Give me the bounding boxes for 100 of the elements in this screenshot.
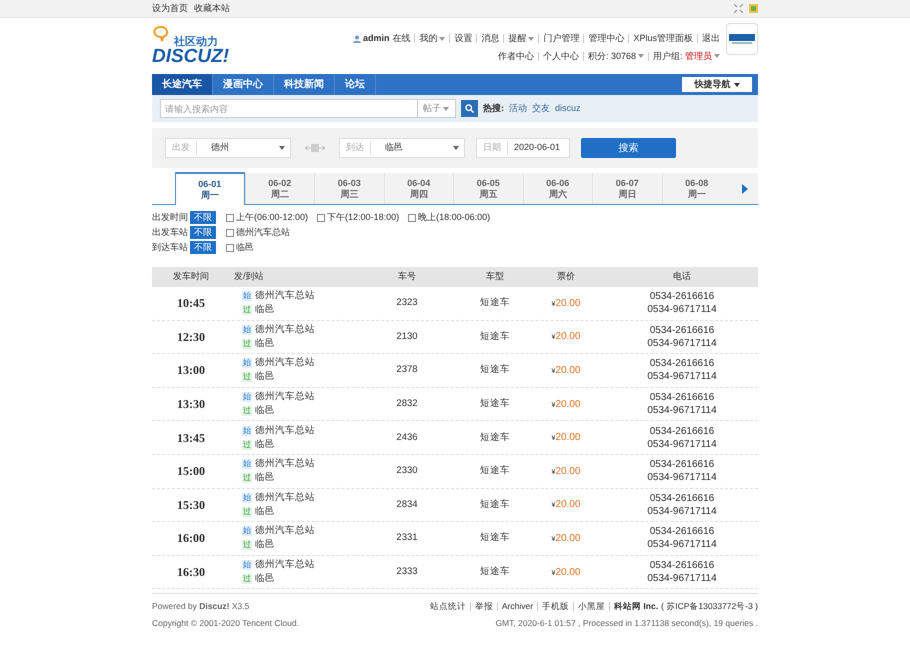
date-tab[interactable]: 06-04 周四: [384, 173, 453, 204]
any-option[interactable]: 不限: [190, 226, 216, 239]
station-select[interactable]: 出发 德州: [165, 138, 291, 158]
checkbox[interactable]: [408, 214, 416, 222]
date-tab[interactable]: 06-03 周三: [314, 173, 384, 204]
any-option[interactable]: 不限: [190, 211, 216, 224]
nav-tab[interactable]: 长途汽车: [152, 74, 213, 95]
caret-icon[interactable]: [638, 54, 644, 58]
checkbox[interactable]: [226, 214, 234, 222]
user-menu-link[interactable]: admin: [362, 32, 390, 46]
user-menu-link[interactable]: 在线: [392, 32, 410, 46]
hot-search-link[interactable]: 活动: [509, 102, 527, 116]
phone-number: 0534-96717114: [647, 303, 717, 316]
via-tag: 过: [242, 305, 252, 316]
footer-link[interactable]: Archiver: [502, 600, 534, 614]
origin-tag: 始: [242, 560, 252, 570]
filter-option[interactable]: 临邑: [226, 240, 254, 254]
checkbox[interactable]: [226, 244, 234, 252]
user-menu-link[interactable]: 提醒: [508, 32, 526, 46]
icp-link[interactable]: ( 苏ICP备13033772号-3 ): [661, 600, 758, 614]
search-button[interactable]: 搜索: [581, 138, 676, 158]
date-tab[interactable]: 06-06 周六: [522, 173, 592, 204]
departure-time: 13:00: [176, 362, 206, 380]
station-select[interactable]: 到达 临邑: [339, 138, 465, 158]
departure-time: 16:30: [176, 564, 206, 582]
origin-station: 德州汽车总站: [255, 357, 315, 370]
checkbox[interactable]: [226, 228, 234, 236]
phone-number: 0534-96717114: [647, 336, 717, 350]
hot-search-link[interactable]: 交友: [532, 102, 550, 116]
caret-icon[interactable]: [528, 36, 534, 41]
caret-icon: [453, 146, 459, 150]
column-header: 发车时间: [172, 270, 210, 284]
departure-time: 15:30: [176, 496, 206, 514]
user-menu-link[interactable]: 个人中心: [542, 50, 579, 63]
user-menu-link[interactable]: 设置: [454, 32, 472, 46]
checkbox[interactable]: [317, 214, 326, 222]
date-tab[interactable]: 06-05 周五: [453, 173, 522, 204]
powered-by-text: Powered by Discuz! X3.5: [152, 600, 250, 614]
destination-station: 临邑: [255, 506, 275, 518]
column-header: 车号: [397, 270, 417, 284]
caret-icon[interactable]: [714, 54, 720, 58]
user-menu-link[interactable]: 我的: [419, 32, 438, 46]
user-menu-link[interactable]: 消息: [481, 32, 500, 46]
topbar-link[interactable]: 设为首页: [152, 2, 188, 16]
origin-tag: 始: [242, 459, 252, 470]
via-tag: 过: [242, 506, 252, 517]
quick-nav-button[interactable]: 快捷导航: [682, 77, 752, 92]
bus-number: 2331: [395, 531, 419, 546]
filter-option[interactable]: 上午(06:00-12:00): [226, 210, 308, 224]
user-menu-link[interactable]: 退出: [702, 32, 720, 46]
topbar-link[interactable]: 收藏本站: [194, 2, 230, 16]
filter-option[interactable]: 下午(12:00-18:00): [317, 210, 400, 224]
date-tab[interactable]: 06-08 周一: [662, 173, 731, 204]
phone-number: 0534-2616616: [650, 290, 714, 304]
footer-link[interactable]: 手机版: [542, 600, 570, 614]
via-tag: 过: [242, 372, 252, 382]
ticket-price: 20.00: [555, 532, 580, 546]
user-menu-link[interactable]: 积分: 30768: [588, 50, 636, 63]
caret-icon[interactable]: [439, 36, 446, 41]
column-header: 票价: [556, 270, 576, 284]
any-option[interactable]: 不限: [190, 241, 216, 254]
date-tab[interactable]: 06-02 周二: [244, 173, 314, 204]
user-menu-link[interactable]: XPlus管理面板: [633, 32, 693, 46]
caret-icon: [443, 106, 449, 110]
footer-link[interactable]: 站点统计: [430, 600, 466, 614]
footer-link[interactable]: 举报: [474, 600, 493, 614]
user-menu-link[interactable]: 用户组: 管理员: [652, 50, 712, 63]
via-tag: 过: [242, 440, 252, 450]
filter-label: 出发时间: [152, 210, 189, 224]
filter-option[interactable]: 晚上(18:00-06:00): [408, 210, 490, 224]
footer-link[interactable]: 小黑屋: [578, 600, 606, 614]
search-icon: [465, 104, 474, 113]
date-tab[interactable]: 06-07 周日: [592, 173, 662, 204]
filter-option[interactable]: 德州汽车总站: [226, 226, 290, 240]
column-header: 电话: [672, 270, 692, 284]
origin-tag: 始: [242, 324, 252, 335]
date-field[interactable]: 日期 2020-06-01: [476, 138, 570, 158]
search-field[interactable]: 请输入搜索内容: [160, 99, 418, 118]
search-button[interactable]: [461, 100, 478, 117]
date-tab[interactable]: 06-01 周一: [175, 172, 244, 205]
phone-number: 0534-96717114: [647, 504, 717, 518]
user-menu-link[interactable]: 管理中心: [588, 32, 624, 46]
origin-tag: 始: [242, 358, 252, 368]
origin-tag: 始: [242, 426, 252, 436]
copyright-text: Copyright © 2001-2020 Tencent Cloud.: [152, 617, 299, 630]
user-menu-link[interactable]: 作者中心: [498, 50, 534, 63]
destination-station: 临邑: [255, 573, 275, 586]
expand-icon[interactable]: [734, 4, 743, 13]
bus-number: 2378: [395, 363, 419, 378]
company-link[interactable]: 科站网 Inc.: [614, 600, 658, 614]
phone-number: 0534-2616616: [650, 324, 714, 337]
bus-number: 2130: [395, 330, 419, 344]
phone-number: 0534-2616616: [650, 525, 714, 538]
phone-number: 0534-96717114: [647, 538, 717, 552]
destination-station: 临邑: [255, 472, 275, 484]
next-arrow-icon[interactable]: [742, 184, 748, 194]
user-menu-link[interactable]: 门户管理: [543, 32, 580, 46]
destination-station: 临邑: [255, 405, 275, 418]
hot-search-link[interactable]: discuz: [555, 102, 581, 116]
search-type-dropdown[interactable]: 帖子: [418, 99, 456, 118]
